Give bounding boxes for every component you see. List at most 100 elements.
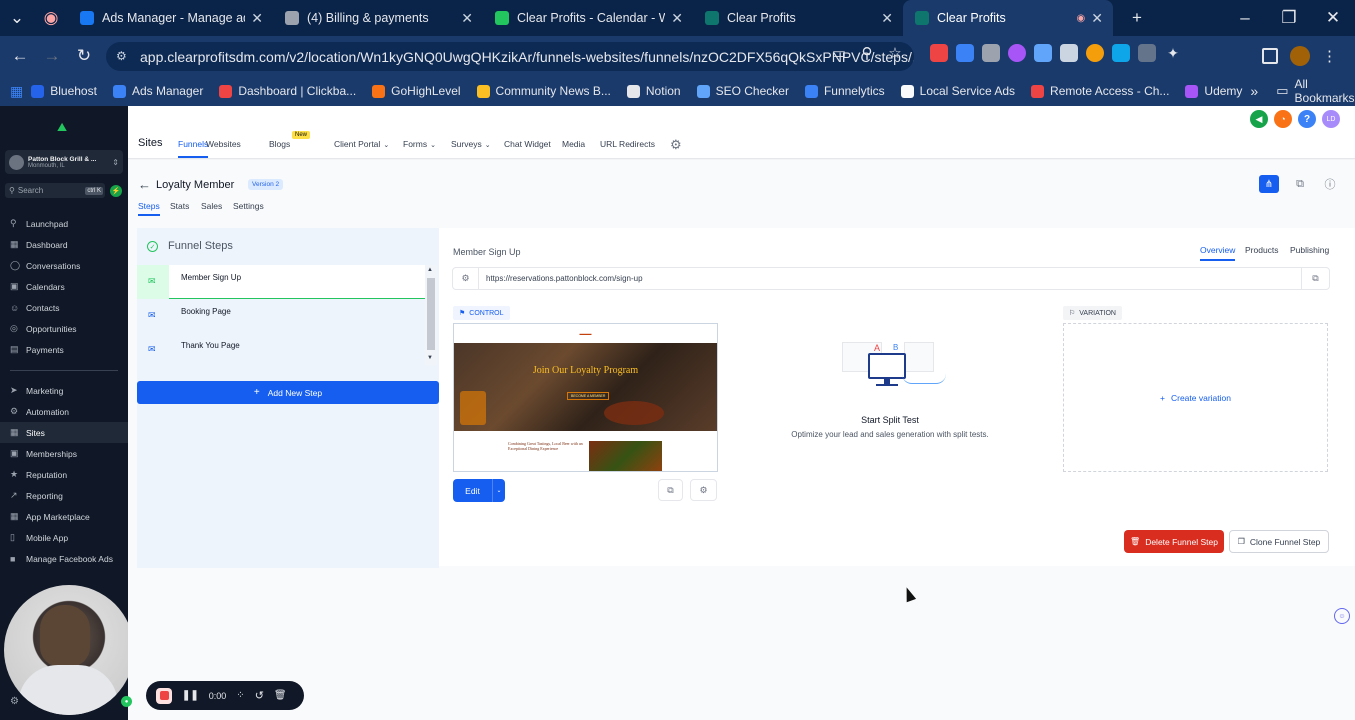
- stop-recording-icon[interactable]: [156, 687, 172, 704]
- more-bookmarks-icon[interactable]: »: [1250, 83, 1258, 99]
- funnel-step-item[interactable]: ✉ Member Sign Up: [137, 265, 425, 299]
- close-tab-icon[interactable]: ✕: [461, 10, 473, 27]
- site-info-icon[interactable]: ⚙: [116, 49, 127, 63]
- sidebar-item-conversations[interactable]: ◯ Conversations: [0, 255, 128, 276]
- apps-grid-icon[interactable]: ▦: [10, 83, 23, 100]
- megaphone-icon[interactable]: ◀: [1250, 110, 1268, 128]
- nav-chat-widget[interactable]: Chat Widget: [504, 139, 551, 149]
- bookmark-item[interactable]: GoHighLevel: [364, 84, 468, 98]
- browser-tab[interactable]: (4) Billing & payments ✕: [273, 0, 483, 36]
- forward-icon[interactable]: →: [36, 40, 68, 72]
- profile-avatar[interactable]: [1290, 46, 1310, 66]
- nav-websites[interactable]: Websites: [206, 139, 241, 149]
- scroll-down-icon[interactable]: ▼: [427, 355, 433, 361]
- bookmark-item[interactable]: Funnelytics: [797, 84, 893, 98]
- bookmark-item[interactable]: Notion: [619, 84, 689, 98]
- sidebar-item-reputation[interactable]: ★ Reputation: [0, 464, 128, 485]
- bookmark-item[interactable]: Dashboard | Clickba...: [211, 84, 364, 98]
- notifications-bell-icon[interactable]: ◔: [1274, 110, 1292, 128]
- user-avatar[interactable]: LD: [1322, 110, 1340, 128]
- cast-icon[interactable]: ▭: [828, 44, 850, 62]
- browser-menu-icon[interactable]: ⋮: [1322, 47, 1337, 65]
- subtab-settings[interactable]: Settings: [233, 201, 264, 211]
- close-tab-icon[interactable]: ✕: [881, 10, 893, 27]
- sidebar-item-payments[interactable]: ▤ Payments: [0, 339, 128, 360]
- nav-funnels[interactable]: Funnels: [178, 139, 209, 158]
- bookmark-star-icon[interactable]: ☆: [884, 44, 906, 62]
- edit-button[interactable]: Edit: [453, 479, 492, 502]
- add-new-step-button[interactable]: + Add New Step: [137, 381, 439, 404]
- nav-surveys[interactable]: Surveys ⌄: [451, 139, 491, 149]
- sidebar-item-dashboard[interactable]: ▦ Dashboard: [0, 234, 128, 255]
- preview-settings-icon[interactable]: ⚙: [690, 479, 717, 501]
- sidebar-item-app-marketplace[interactable]: ▦ App Marketplace: [0, 506, 128, 527]
- close-window-icon[interactable]: ✕: [1311, 2, 1355, 34]
- open-external-icon[interactable]: ⧉: [1291, 175, 1309, 193]
- browser-tab[interactable]: Clear Profits - Calendar - Week ✕: [483, 0, 693, 36]
- extension-icon[interactable]: [1138, 44, 1156, 62]
- sidebar-item-sites[interactable]: ▦ Sites: [0, 422, 128, 443]
- close-tab-icon[interactable]: ✕: [671, 10, 683, 27]
- extension-icon[interactable]: [982, 44, 1000, 62]
- help-icon[interactable]: ?: [1298, 110, 1316, 128]
- side-panel-icon[interactable]: [1262, 48, 1278, 64]
- info-icon[interactable]: ⓘ: [1321, 175, 1339, 193]
- sidebar-item-automation[interactable]: ⚙ Automation: [0, 401, 128, 422]
- browser-tab[interactable]: Clear Profits ◉ ✕: [903, 0, 1113, 36]
- sidebar-item-contacts[interactable]: ☺ Contacts: [0, 297, 128, 318]
- sidebar-item-manage-facebook-ads[interactable]: ■ Manage Facebook Ads: [0, 548, 128, 569]
- draw-tool-icon[interactable]: ⁘: [236, 690, 244, 701]
- browser-tab[interactable]: Ads Manager - Manage ads - A ✕: [68, 0, 273, 36]
- quick-action-icon[interactable]: ⚡: [110, 185, 122, 197]
- pause-icon[interactable]: ❚❚: [182, 690, 199, 701]
- scroll-up-icon[interactable]: ▲: [427, 267, 433, 273]
- sidebar-item-opportunities[interactable]: ◎ Opportunities: [0, 318, 128, 339]
- funnel-step-item[interactable]: ✉ Booking Page: [137, 299, 425, 333]
- extension-icon[interactable]: [930, 44, 948, 62]
- subtab-steps[interactable]: Steps: [138, 201, 160, 216]
- open-url-icon[interactable]: ⧉: [1301, 268, 1329, 289]
- tab-search-icon[interactable]: ⌄: [0, 2, 34, 34]
- create-variation-link[interactable]: Create variation: [1171, 393, 1231, 403]
- bookmark-item[interactable]: SEO Checker: [689, 84, 797, 98]
- sidebar-item-marketing[interactable]: ➤ Marketing: [0, 380, 128, 401]
- extension-icon[interactable]: [1086, 44, 1104, 62]
- extension-icon[interactable]: [1060, 44, 1078, 62]
- preview-open-icon[interactable]: ⧉: [658, 479, 683, 501]
- bookmark-item[interactable]: Udemy: [1177, 84, 1250, 98]
- close-tab-icon[interactable]: ✕: [1091, 10, 1103, 27]
- step-tab-products[interactable]: Products: [1245, 245, 1279, 255]
- url-settings-icon[interactable]: ⚙: [453, 268, 479, 289]
- chat-widget-icon[interactable]: ☺: [1334, 608, 1350, 624]
- subtab-sales[interactable]: Sales: [201, 201, 222, 211]
- nav-blogs[interactable]: Blogs New: [269, 131, 311, 149]
- step-tab-overview[interactable]: Overview: [1200, 245, 1236, 261]
- all-bookmarks[interactable]: All Bookmarks: [1295, 77, 1355, 105]
- close-tab-icon[interactable]: ✕: [251, 10, 263, 27]
- sidebar-item-reporting[interactable]: ↗ Reporting: [0, 485, 128, 506]
- nav-client-portal[interactable]: Client Portal ⌄: [334, 139, 389, 149]
- bookmark-item[interactable]: Remote Access - Ch...: [1023, 84, 1177, 98]
- sidebar-item-launchpad[interactable]: ⚲ Launchpad: [0, 213, 128, 234]
- steps-scrollbar[interactable]: ▲ ▼: [425, 265, 437, 365]
- browser-tab[interactable]: Clear Profits ✕: [693, 0, 903, 36]
- nav-url-redirects[interactable]: URL Redirects: [600, 139, 655, 149]
- sidebar-item-calendars[interactable]: ▣ Calendars: [0, 276, 128, 297]
- extension-icon[interactable]: [1112, 44, 1130, 62]
- funnel-step-item[interactable]: ✉ Thank You Page: [137, 333, 425, 367]
- share-icon[interactable]: ⋔: [1259, 175, 1279, 193]
- nav-media[interactable]: Media: [562, 139, 585, 149]
- minimize-icon[interactable]: –: [1223, 2, 1267, 34]
- restore-icon[interactable]: ❐: [1267, 2, 1311, 34]
- discard-icon[interactable]: 🗑: [274, 690, 287, 701]
- record-icon[interactable]: ◉: [34, 2, 68, 34]
- page-preview[interactable]: ▬▬▬ Join Our Loyalty Program BECOME A ME…: [453, 323, 718, 472]
- bookmark-item[interactable]: Community News B...: [469, 84, 619, 98]
- delete-funnel-step-button[interactable]: 🗑 Delete Funnel Step: [1124, 530, 1224, 553]
- extension-icon[interactable]: [1008, 44, 1026, 62]
- clone-funnel-step-button[interactable]: ❐ Clone Funnel Step: [1229, 530, 1329, 553]
- address-bar[interactable]: ⚙ app.clearprofitsdm.com/v2/location/Wn1…: [106, 42, 914, 71]
- nav-forms[interactable]: Forms ⌄: [403, 139, 436, 149]
- new-tab-icon[interactable]: +: [1121, 2, 1153, 34]
- restart-icon[interactable]: ↺: [255, 689, 264, 702]
